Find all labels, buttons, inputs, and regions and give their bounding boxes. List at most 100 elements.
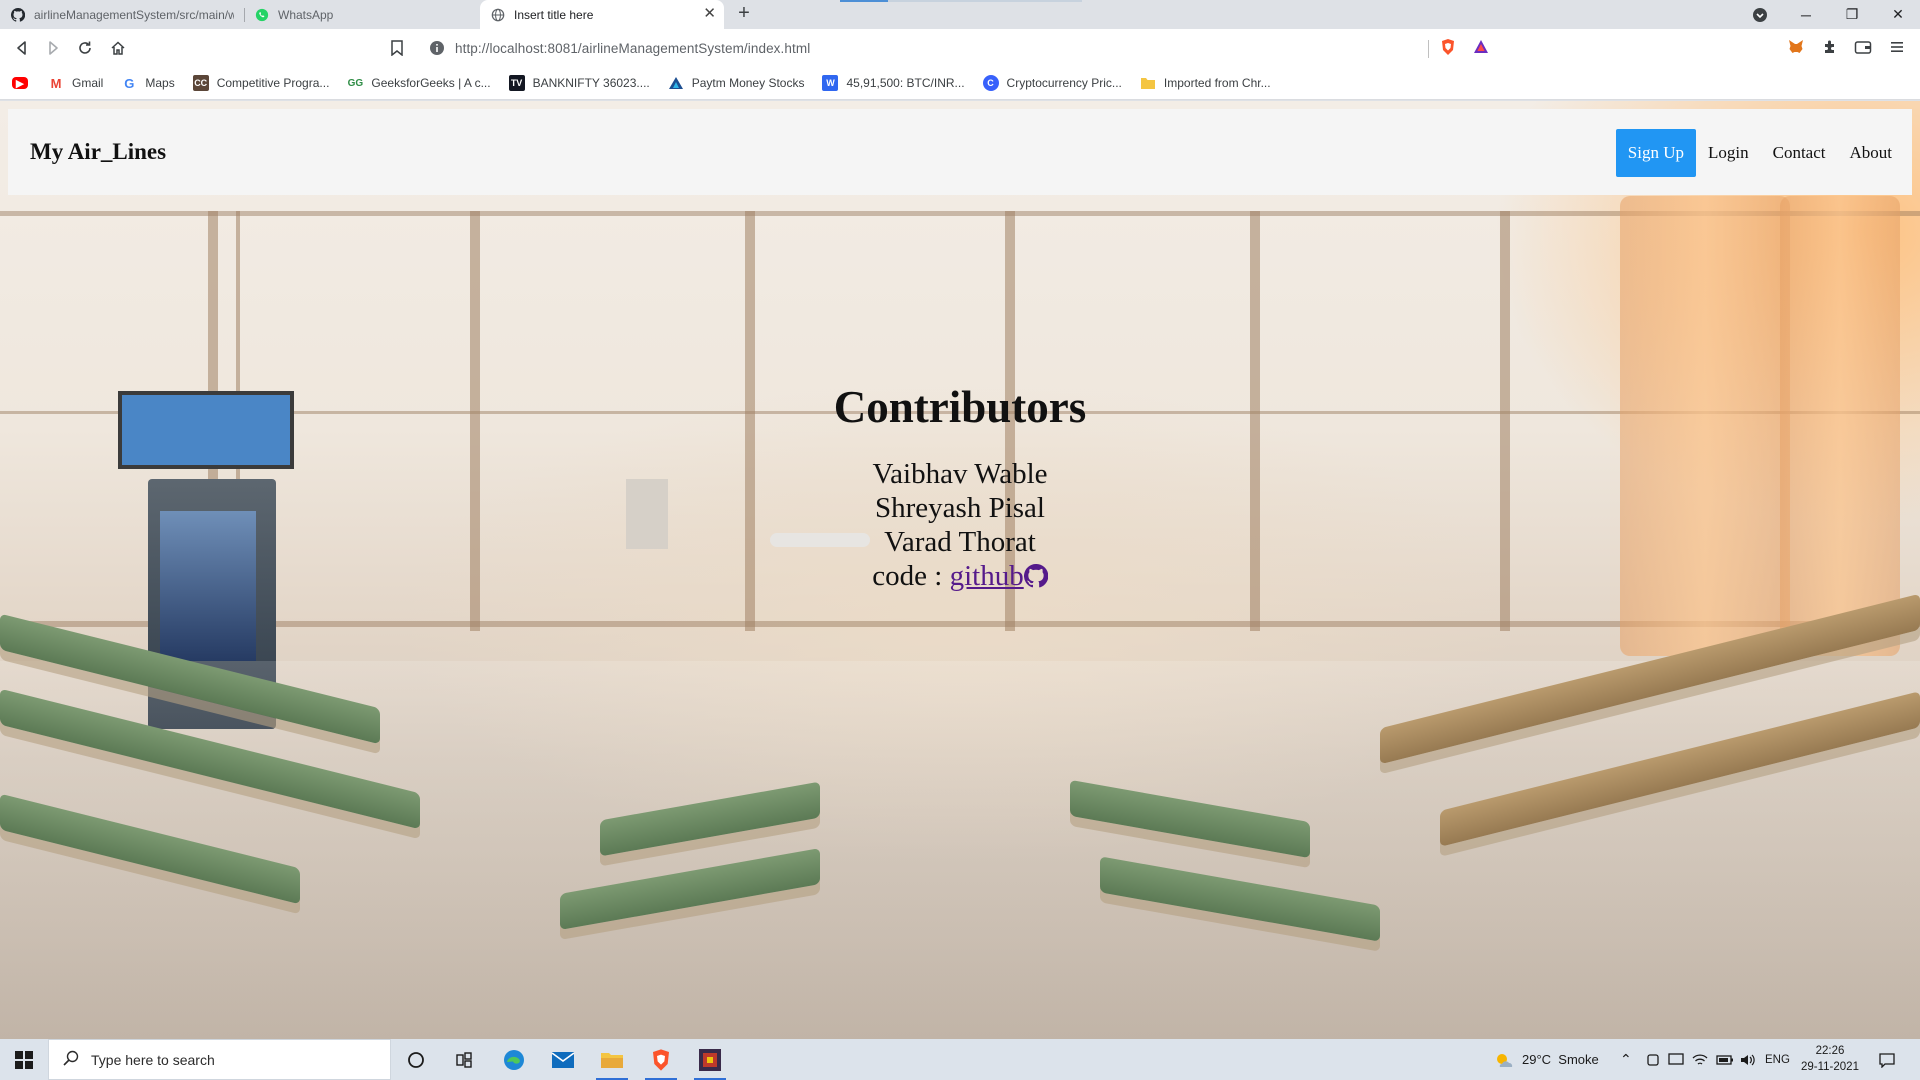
nav-login[interactable]: Login [1696, 129, 1761, 177]
notifications-icon[interactable] [1878, 1039, 1896, 1080]
language-indicator[interactable]: ENG [1765, 1039, 1790, 1080]
site-info-icon[interactable] [429, 40, 445, 56]
system-clock[interactable]: 22:26 29-11-2021 [1790, 1043, 1870, 1075]
google-icon: G [121, 75, 138, 91]
tab-github[interactable]: airlineManagementSystem/src/main/w [0, 0, 244, 29]
bookmark-label: Paytm Money Stocks [691, 76, 805, 90]
file-explorer-icon[interactable] [588, 1039, 636, 1080]
bookmark-label: Maps [145, 76, 175, 90]
tab-title: Insert title here [514, 7, 594, 22]
cortana-icon[interactable] [392, 1039, 440, 1080]
task-view-icon[interactable] [440, 1039, 488, 1080]
bookmark-geeksforgeeks[interactable]: GG GeeksforGeeks | A c... [347, 75, 491, 91]
contributors-heading: Contributors [833, 382, 1087, 432]
wallet-icon[interactable] [1853, 37, 1873, 57]
weather-text: 29°C Smoke [1522, 1052, 1599, 1067]
show-hidden-icons-icon[interactable]: ⌃ [1620, 1039, 1632, 1080]
wifi-icon[interactable] [1692, 1039, 1708, 1080]
windows-taskbar: Type here to search 29°C Smoke ⌃ ENG 22:… [0, 1039, 1920, 1080]
bookmark-cryptocurrency[interactable]: C Cryptocurrency Pric... [982, 75, 1122, 91]
bookmark-youtube[interactable]: ▶ [12, 77, 36, 90]
paytm-money-icon [667, 75, 684, 91]
tab-whatsapp[interactable]: WhatsApp [244, 0, 480, 29]
loading-indicator [840, 0, 888, 2]
sign-up-button[interactable]: Sign Up [1615, 129, 1696, 177]
back-icon[interactable] [11, 37, 33, 59]
address-url: http://localhost:8081/airlineManagementS… [455, 40, 811, 56]
bookmark-page-icon[interactable] [386, 37, 408, 59]
address-bar[interactable]: http://localhost:8081/airlineManagementS… [420, 34, 1498, 62]
brave-shields-icon[interactable] [1438, 37, 1458, 57]
bookmark-folder-imported[interactable]: Imported from Chr... [1140, 75, 1271, 91]
nav-contact[interactable]: Contact [1761, 129, 1838, 177]
folder-icon [1140, 75, 1156, 91]
taskbar-search-box[interactable]: Type here to search [48, 1039, 391, 1080]
home-icon[interactable] [107, 37, 129, 59]
tradingview-icon: TV [508, 75, 525, 91]
github-icon [10, 7, 26, 23]
search-icon [63, 1050, 79, 1069]
search-placeholder: Type here to search [91, 1051, 215, 1068]
browser-tab-strip: airlineManagementSystem/src/main/w Whats… [0, 0, 1920, 29]
brave-browser-icon[interactable] [637, 1039, 685, 1080]
volume-icon[interactable] [1740, 1039, 1756, 1080]
metamask-icon[interactable] [1786, 37, 1806, 57]
brave-rewards-icon[interactable] [1471, 37, 1491, 57]
tab-search-icon[interactable] [1737, 0, 1783, 29]
geeksforgeeks-icon: GG [347, 75, 364, 91]
bookmark-label: Imported from Chr... [1163, 76, 1271, 90]
globe-icon [490, 7, 506, 23]
bookmark-label: GeeksforGeeks | A c... [371, 76, 491, 90]
github-icon[interactable] [1023, 564, 1048, 588]
youtube-icon: ▶ [12, 77, 28, 90]
gmail-icon: M [48, 75, 64, 91]
app-icon[interactable] [686, 1039, 734, 1080]
bookmark-btc-inr[interactable]: W 45,91,500: BTC/INR... [822, 75, 965, 91]
page-viewport: My Air_Lines Sign Up Login Contact About… [0, 101, 1920, 1039]
contributor-name: Varad Thorat [884, 526, 1036, 558]
github-link[interactable]: github [950, 559, 1024, 593]
contributors-section: Contributors Vaibhav Wable Shreyash Pisa… [0, 379, 1920, 593]
code-label: code : [872, 560, 943, 592]
clock-date: 29-11-2021 [1801, 1061, 1859, 1073]
coinmarketcap-icon: C [982, 75, 999, 91]
mail-icon[interactable] [539, 1039, 587, 1080]
menu-icon[interactable] [1887, 37, 1907, 57]
battery-icon[interactable] [1716, 1039, 1734, 1080]
site-brand[interactable]: My Air_Lines [30, 109, 166, 195]
forward-icon[interactable] [42, 37, 64, 59]
loading-indicator-track [888, 0, 1082, 2]
contributors-list: Vaibhav Wable Shreyash Pisal Varad Thora… [0, 457, 1920, 593]
nav-about[interactable]: About [1838, 129, 1905, 177]
tab-title: airlineManagementSystem/src/main/w [34, 7, 234, 22]
restore-icon[interactable]: ❐ [1829, 0, 1875, 29]
bookmark-paytm-money[interactable]: Paytm Money Stocks [667, 75, 805, 91]
windows-start-icon[interactable] [0, 1039, 48, 1080]
bookmark-label: Gmail [72, 76, 104, 90]
bookmark-maps[interactable]: G Maps [121, 75, 175, 91]
close-window-icon[interactable]: ✕ [1875, 0, 1920, 29]
display-icon[interactable] [1668, 1039, 1684, 1080]
meet-now-icon[interactable] [1646, 1039, 1660, 1080]
bookmark-label: 45,91,500: BTC/INR... [846, 76, 965, 90]
reload-icon[interactable] [74, 37, 96, 59]
edge-icon[interactable] [490, 1039, 538, 1080]
minimize-icon[interactable]: ─ [1783, 0, 1829, 29]
codechef-icon: CC [192, 75, 209, 91]
new-tab-icon[interactable]: + [733, 3, 755, 25]
clock-time: 22:26 [1815, 1045, 1845, 1057]
bookmark-label: BANKNIFTY 36023.... [532, 76, 650, 90]
tab-current[interactable]: Insert title here ✕ [480, 0, 724, 29]
toolbar-divider [1428, 40, 1429, 58]
browser-toolbar: http://localhost:8081/airlineManagementS… [0, 29, 1920, 67]
wazirx-icon: W [822, 75, 839, 91]
bookmark-codechef[interactable]: CC Competitive Progra... [192, 75, 329, 91]
weather-widget[interactable]: 29°C Smoke [1494, 1039, 1599, 1080]
weather-icon [1494, 1051, 1514, 1069]
bookmark-gmail[interactable]: M Gmail [48, 75, 103, 91]
close-tab-icon[interactable]: ✕ [703, 6, 716, 22]
nav-links: Sign Up Login Contact About [1615, 129, 1905, 177]
tab-title: WhatsApp [278, 7, 334, 22]
extensions-icon[interactable] [1820, 37, 1840, 57]
bookmark-banknifty[interactable]: TV BANKNIFTY 36023.... [508, 75, 650, 91]
